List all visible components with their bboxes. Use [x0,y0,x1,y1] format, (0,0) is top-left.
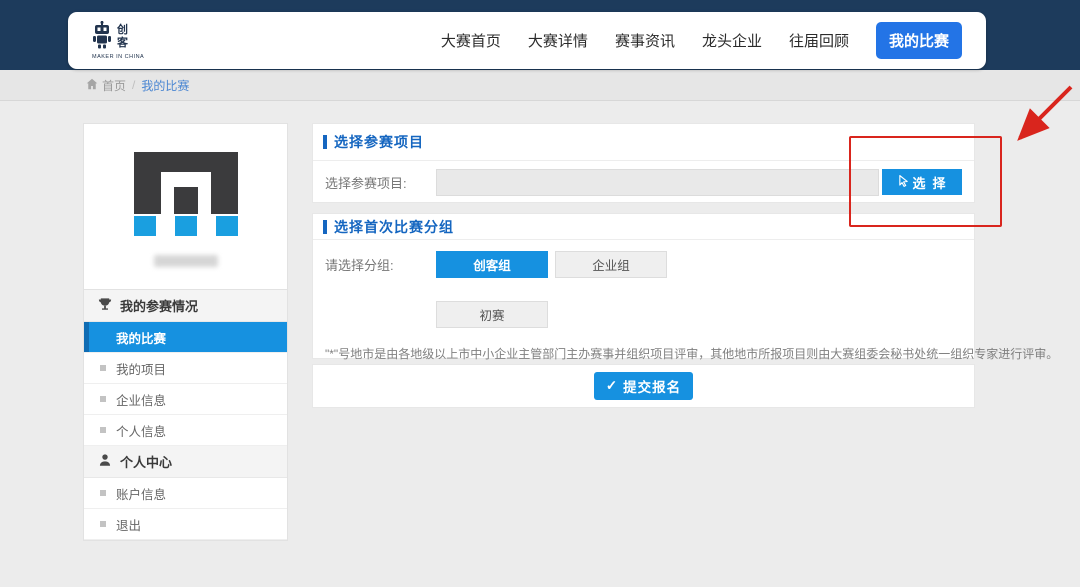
sidebar-item-account-info[interactable]: 账户信息 [84,478,287,509]
sidebar-item-label: 我的比赛 [116,328,166,347]
sidebar-item-label: 我的项目 [116,359,166,378]
bullet-dot-icon [100,490,106,496]
project-form-row: 选择参赛项目: 选择 [313,161,974,203]
sidebar: 我的参赛情况 我的比赛 我的项目 企业信息 个人信息 个人中心 账户信息 [83,123,288,541]
trophy-icon [98,297,112,314]
select-button-label: 选择 [912,173,952,192]
section-title: 选择参赛项目 [334,132,424,152]
breadcrumb-home-link[interactable]: 首页 [86,77,126,94]
sidebar-item-my-matches[interactable]: 我的比赛 [84,322,287,353]
breadcrumb-separator: / [132,78,135,92]
group-option-enterprise[interactable]: 企业组 [555,251,667,278]
sidebar-item-label: 个人信息 [116,421,166,440]
group-field-label: 请选择分组: [325,255,436,274]
submit-panel: ✓ 提交报名 [312,364,975,408]
sidebar-item-my-projects[interactable]: 我的项目 [84,353,287,384]
check-icon: ✓ [606,378,618,394]
pointer-cursor-icon [897,174,910,190]
select-project-header: 选择参赛项目 [313,124,974,161]
logo-char-top: 创 [117,24,128,37]
company-logo-accents [134,216,238,236]
sidebar-section-personal-center: 个人中心 [84,446,287,478]
logo-tagline: MAKER IN CHINA [92,55,144,61]
home-icon [86,78,98,93]
project-input[interactable] [436,169,879,196]
select-project-button[interactable]: 选择 [882,169,962,195]
nav-item-contest-details[interactable]: 大赛详情 [528,30,588,51]
breadcrumb-home-label: 首页 [102,77,126,94]
nav-item-contest-home[interactable]: 大赛首页 [441,30,501,51]
sidebar-menu: 我的参赛情况 我的比赛 我的项目 企业信息 个人信息 个人中心 账户信息 [83,290,288,541]
nav-item-past-reviews[interactable]: 往届回顾 [789,30,849,51]
sidebar-item-personal-info[interactable]: 个人信息 [84,415,287,446]
site-header: 创 客 MAKER IN CHINA 大赛首页 大赛详情 赛事资讯 龙头企业 往… [68,12,986,69]
sidebar-item-label: 账户信息 [116,484,166,503]
profile-card [83,123,288,290]
blurred-company-name [154,255,218,267]
group-form-row: 请选择分组: 创客组 企业组 [313,251,974,278]
sidebar-section-title: 个人中心 [120,452,172,471]
sidebar-item-label: 退出 [116,515,141,534]
nav-item-leading-enterprises[interactable]: 龙头企业 [702,30,762,51]
review-note-text: "*"号地市是由各地级以上市中小企业主管部门主办赛事并组织项目评审，其他地市所报… [313,345,974,362]
bullet-dot-icon [100,521,106,527]
sidebar-section-participation: 我的参赛情况 [84,290,287,322]
group-option-maker[interactable]: 创客组 [436,251,548,278]
bullet-dot-icon [100,396,106,402]
submit-registration-button[interactable]: ✓ 提交报名 [594,372,693,400]
logo-char-bottom: 客 [117,37,128,50]
breadcrumb: 首页 / 我的比赛 [0,70,1080,101]
sidebar-section-title: 我的参赛情况 [120,296,198,315]
user-icon [98,453,112,470]
sidebar-item-company-info[interactable]: 企业信息 [84,384,287,415]
nav-my-matches-button[interactable]: 我的比赛 [876,22,962,59]
bullet-dot-icon [100,365,106,371]
main-nav: 大赛首页 大赛详情 赛事资讯 龙头企业 往届回顾 我的比赛 [441,22,962,59]
select-group-panel: 选择首次比赛分组 请选择分组: 创客组 企业组 初赛 "*"号地市是由各地级以上… [312,213,975,359]
section-accent-bar [323,220,327,234]
round-option-preliminary[interactable]: 初赛 [436,301,548,328]
select-group-header: 选择首次比赛分组 [313,214,974,240]
nav-item-contest-news[interactable]: 赛事资讯 [615,30,675,51]
section-title: 选择首次比赛分组 [334,217,454,237]
site-logo[interactable]: 创 客 MAKER IN CHINA [92,21,144,61]
company-logo [134,152,238,214]
select-project-panel: 选择参赛项目 选择参赛项目: 选择 [312,123,975,203]
round-row: 初赛 [313,301,974,328]
breadcrumb-current[interactable]: 我的比赛 [141,77,189,94]
section-accent-bar [323,135,327,149]
round-row-spacer [325,301,436,328]
sidebar-item-label: 企业信息 [116,390,166,409]
project-field-label: 选择参赛项目: [325,173,436,192]
sidebar-item-logout[interactable]: 退出 [84,509,287,540]
robot-mascot-icon [92,21,114,53]
submit-button-label: 提交报名 [623,376,681,396]
bullet-dot-icon [100,427,106,433]
